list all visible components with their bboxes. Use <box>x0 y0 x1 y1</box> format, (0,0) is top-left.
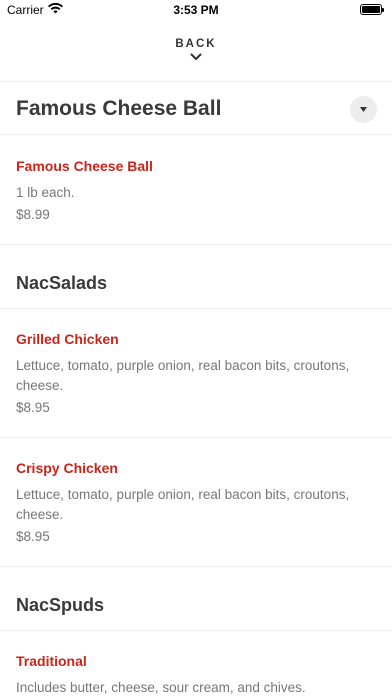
section-title: NacSpuds <box>16 595 105 615</box>
item-name: Grilled Chicken <box>16 331 119 347</box>
item-description: 1 lb each. <box>16 185 75 200</box>
chevron-down-icon <box>190 53 202 60</box>
category-title: Famous Cheese Ball <box>16 97 222 120</box>
menu-list: Famous Cheese Ball 1 lb each. $8.99 NacS… <box>0 136 392 696</box>
menu-item[interactable]: Traditional Includes butter, cheese, sou… <box>0 631 392 696</box>
item-price: $8.95 <box>16 400 50 415</box>
category-dropdown-button[interactable] <box>350 96 377 123</box>
back-label: BACK <box>175 38 217 50</box>
item-name: Traditional <box>16 653 87 669</box>
item-name: Crispy Chicken <box>16 460 118 476</box>
battery-icon <box>360 4 384 15</box>
menu-item[interactable]: Famous Cheese Ball 1 lb each. $8.99 <box>0 136 392 245</box>
menu-item[interactable]: Grilled Chicken Lettuce, tomato, purple … <box>0 309 392 438</box>
item-name: Famous Cheese Ball <box>16 158 153 174</box>
section-title: NacSalads <box>16 273 108 293</box>
item-description: Lettuce, tomato, purple onion, real baco… <box>16 487 350 522</box>
category-bar: Famous Cheese Ball <box>0 83 392 135</box>
menu-item[interactable]: Crispy Chicken Lettuce, tomato, purple o… <box>0 438 392 567</box>
section-header-nacspuds: NacSpuds <box>0 567 392 631</box>
item-description: Includes butter, cheese, sour cream, and… <box>16 680 306 695</box>
section-header-nacsalads: NacSalads <box>0 245 392 309</box>
status-time: 3:53 PM <box>173 3 219 17</box>
back-button[interactable]: BACK <box>0 30 392 82</box>
item-price: $8.99 <box>16 207 50 222</box>
item-description: Lettuce, tomato, purple onion, real baco… <box>16 358 350 393</box>
item-price: $8.95 <box>16 529 50 544</box>
caret-down-icon <box>360 107 367 112</box>
status-bar: Carrier 3:53 PM <box>0 0 392 22</box>
